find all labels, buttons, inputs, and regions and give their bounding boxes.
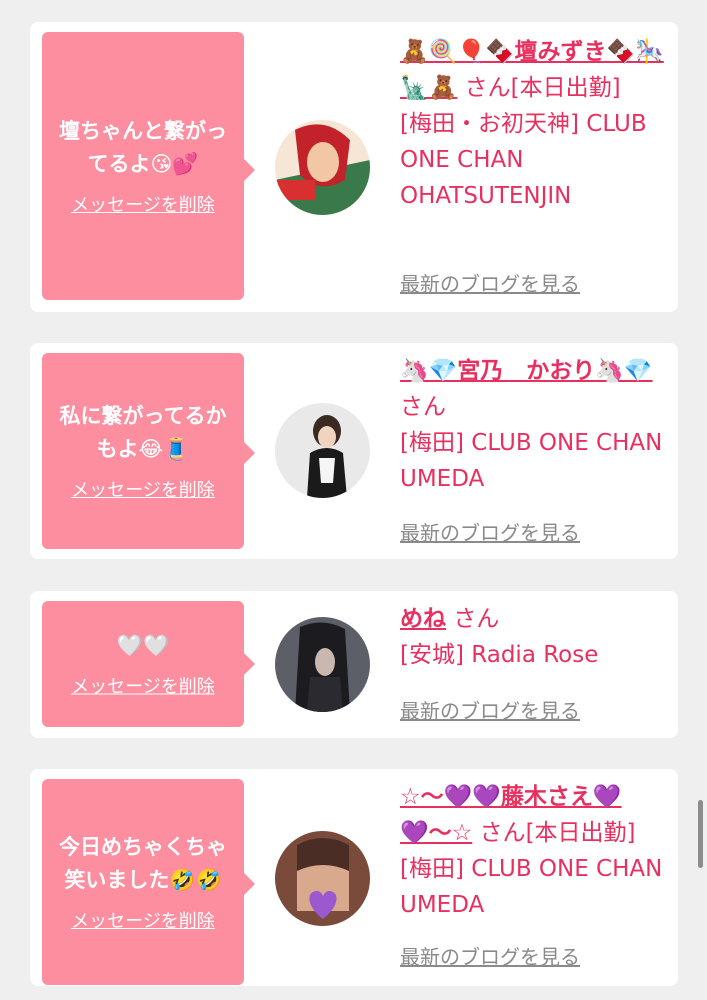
delete-message-button[interactable]: メッセージを削除	[71, 907, 215, 933]
message-text: 今日めちゃくちゃ笑いました🤣🤣	[59, 835, 227, 892]
message-bubble: 私に繋がってるかもよ😂🧵 メッセージを削除	[42, 353, 255, 549]
honorific: さん	[464, 75, 511, 101]
delete-message-button[interactable]: メッセージを削除	[71, 191, 215, 217]
honorific: さん	[479, 820, 526, 846]
delete-message-button[interactable]: メッセージを削除	[71, 476, 215, 502]
cast-info: ☆〜💜💜藤木さえ💜💜〜☆ さん[本日出勤] [梅田] CLUB ONE CHAN…	[400, 779, 670, 923]
connection-card: 私に繋がってるかもよ😂🧵 メッセージを削除 🦄💎宮乃 かおり🦄💎 さん [梅田]…	[30, 343, 678, 559]
message-text: 壇ちゃんと繋がってるよ😘💕	[59, 119, 227, 176]
avatar[interactable]	[275, 403, 370, 498]
avatar-image	[275, 617, 370, 712]
message-bubble: 🤍🤍 メッセージを削除	[42, 601, 255, 727]
honorific: さん	[453, 606, 500, 632]
message-bubble: 今日めちゃくちゃ笑いました🤣🤣 メッセージを削除	[42, 779, 255, 985]
avatar[interactable]	[275, 120, 370, 215]
shop-name: [梅田・お初天神] CLUB ONE CHAN OHATSUTENJIN	[400, 111, 647, 209]
avatar-image	[275, 403, 370, 498]
latest-blog-link[interactable]: 最新のブログを見る	[400, 268, 580, 297]
message-text: 🤍🤍	[116, 633, 170, 658]
message-text: 私に繋がってるかもよ😂🧵	[59, 404, 227, 461]
shop-name: [梅田] CLUB ONE CHAN UMEDA	[400, 856, 663, 918]
connection-card: 🤍🤍 メッセージを削除 めね さん [安城] Radia Rose 最新のブログ…	[30, 591, 678, 738]
connection-card: 今日めちゃくちゃ笑いました🤣🤣 メッセージを削除 ☆〜💜💜藤木さえ💜💜〜☆ さん…	[30, 769, 678, 986]
avatar[interactable]	[275, 831, 370, 926]
shop-name: [梅田] CLUB ONE CHAN UMEDA	[400, 430, 663, 492]
work-status: [本日出勤]	[525, 820, 636, 846]
cast-info: めね さん [安城] Radia Rose	[400, 601, 670, 673]
cast-name-link[interactable]: めね	[400, 606, 446, 632]
cast-info: 🧸🍭🎈🍫壇みずき🍫🎠🗽🧸 さん[本日出勤] [梅田・お初天神] CLUB ONE…	[400, 34, 670, 214]
latest-blog-link[interactable]: 最新のブログを見る	[400, 941, 580, 970]
contacts-page: 壇ちゃんと繋がってるよ😘💕 メッセージを削除 🧸🍭🎈🍫壇みずき🍫🎠🗽🧸 さん[本…	[0, 0, 707, 1000]
message-bubble: 壇ちゃんと繋がってるよ😘💕 メッセージを削除	[42, 32, 255, 300]
latest-blog-link[interactable]: 最新のブログを見る	[400, 695, 580, 724]
scrollbar[interactable]	[698, 800, 703, 868]
shop-name: [安城] Radia Rose	[400, 642, 599, 668]
latest-blog-link[interactable]: 最新のブログを見る	[400, 517, 580, 546]
work-status: [本日出勤]	[510, 75, 621, 101]
connection-card: 壇ちゃんと繋がってるよ😘💕 メッセージを削除 🧸🍭🎈🍫壇みずき🍫🎠🗽🧸 さん[本…	[30, 22, 678, 312]
avatar-image	[275, 120, 370, 215]
honorific: さん	[400, 394, 446, 420]
avatar[interactable]	[275, 617, 370, 712]
cast-info: 🦄💎宮乃 かおり🦄💎 さん [梅田] CLUB ONE CHAN UMEDA	[400, 353, 670, 497]
cast-name-link[interactable]: 🦄💎宮乃 かおり🦄💎	[400, 358, 653, 384]
delete-message-button[interactable]: メッセージを削除	[71, 673, 215, 699]
avatar-image	[275, 831, 370, 926]
